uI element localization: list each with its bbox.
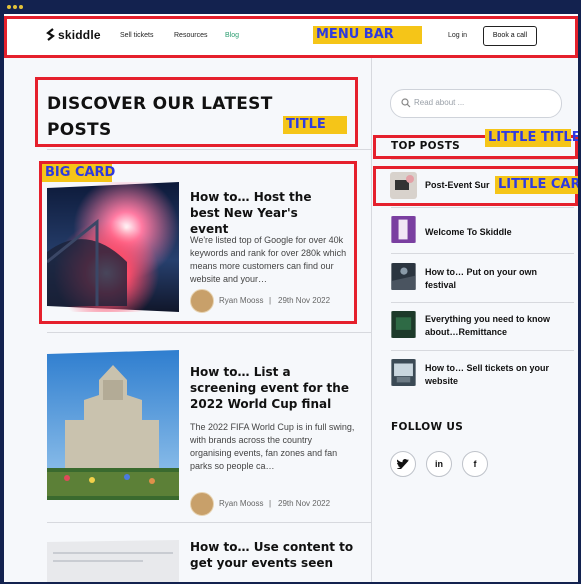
top-post-item[interactable]: How to… Put on your own festival <box>390 263 573 293</box>
post-image <box>47 540 179 582</box>
follow-us-title: FOLLOW US <box>391 421 464 433</box>
top-post-thumbnail <box>391 216 416 243</box>
annotation-box-menu-bar <box>4 16 578 58</box>
post-image-world-cup-fanzone <box>47 350 179 500</box>
post-date: 29th Nov 2022 <box>278 499 331 508</box>
search-input[interactable]: Read about ... <box>390 89 562 118</box>
sidebar-divider <box>391 302 574 303</box>
annotation-label-menu-bar: MENU BAR <box>313 26 422 44</box>
linkedin-icon[interactable]: in <box>426 451 452 477</box>
post-card[interactable]: How to… Use content to get your events s… <box>47 536 357 582</box>
top-post-item[interactable]: Everything you need to know about…Remitt… <box>390 311 573 341</box>
post-title[interactable]: How to… Use content to get your events s… <box>190 539 355 571</box>
window-dot <box>7 5 11 9</box>
window-dot <box>19 5 23 9</box>
annotation-label-title: TITLE <box>283 116 347 134</box>
annotation-label-big-card: BIG CARD <box>42 164 115 182</box>
post-title[interactable]: How to… List a screening event for the 2… <box>190 364 355 412</box>
blog-page: skiddle Sell tickets Resources Blog Log … <box>4 14 578 582</box>
top-post-title: Everything you need to know about…Remitt… <box>425 314 551 337</box>
post-excerpt: The 2022 FIFA World Cup is in full swing… <box>190 422 355 471</box>
top-post-thumbnail <box>391 359 416 386</box>
twitter-icon[interactable] <box>390 451 416 477</box>
window-titlebar <box>0 0 581 14</box>
twitter-bird-glyph <box>396 459 409 470</box>
search-icon <box>401 98 411 108</box>
author-avatar <box>190 492 214 516</box>
column-divider <box>371 58 372 582</box>
sidebar-divider <box>391 253 574 254</box>
top-post-title: Welcome To Skiddle <box>425 227 512 237</box>
annotation-label-little-title: LITTLE TITLE <box>485 129 578 147</box>
annotation-box-title <box>35 77 358 147</box>
top-post-thumbnail <box>391 311 416 338</box>
top-post-item[interactable]: How to… Sell tickets on your website <box>390 359 573 389</box>
title-divider <box>47 149 371 150</box>
post-card[interactable]: How to… List a screening event for the 2… <box>47 346 357 516</box>
top-post-item[interactable]: Welcome To Skiddle <box>390 216 573 246</box>
meta-separator: | <box>269 499 272 508</box>
top-post-thumbnail <box>391 263 416 290</box>
sidebar-divider <box>391 207 574 208</box>
search-placeholder: Read about ... <box>414 98 465 107</box>
top-post-title: How to… Put on your own festival <box>425 267 537 290</box>
window-dot <box>13 5 17 9</box>
annotation-label-little-card: LITTLE CARD <box>495 176 578 194</box>
top-post-title: How to… Sell tickets on your website <box>425 363 550 386</box>
annotation-box-big-card <box>39 161 357 324</box>
sidebar-divider <box>391 350 574 351</box>
sidebar-divider <box>391 159 574 160</box>
post-divider <box>47 522 371 523</box>
facebook-icon[interactable]: f <box>462 451 488 477</box>
post-divider <box>47 332 371 333</box>
post-author: Ryan Mooss <box>219 499 264 508</box>
